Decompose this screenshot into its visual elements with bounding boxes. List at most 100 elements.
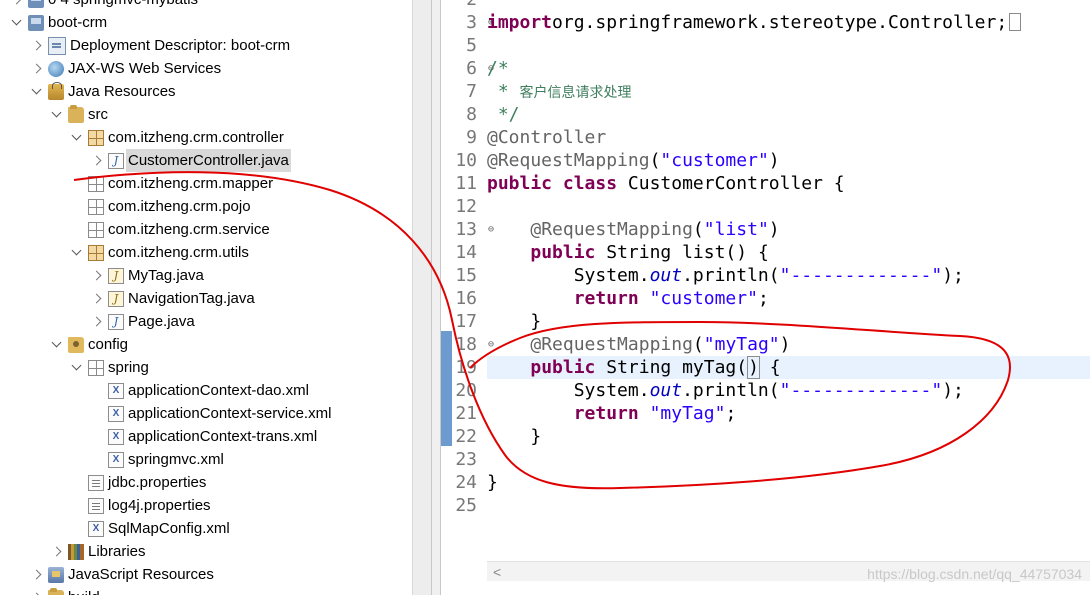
tree-item-label: springmvc.xml xyxy=(128,451,224,468)
scroll-left-icon[interactable]: < xyxy=(493,564,501,580)
tree-item[interactable]: Libraries xyxy=(50,540,146,563)
code-line[interactable]: public String myTag() { xyxy=(487,356,1090,379)
tree-item-label: MyTag.java xyxy=(128,267,204,284)
collapsed-chevron-icon[interactable] xyxy=(50,546,62,558)
xml-file-icon: X xyxy=(88,520,104,537)
tree-item[interactable]: 0 4 springmvc-mybatis xyxy=(10,0,198,11)
code-line[interactable]: } xyxy=(487,310,1090,333)
tree-item[interactable]: J NavigationTag.java xyxy=(90,287,255,310)
code-line[interactable] xyxy=(487,494,1090,517)
empty-package-icon xyxy=(88,221,104,238)
tree-item[interactable]: spring xyxy=(70,356,149,379)
line-number: 18 xyxy=(455,334,477,355)
tree-item[interactable]: J Page.java xyxy=(90,310,195,333)
no-chevron xyxy=(70,500,82,512)
code-line[interactable]: /* xyxy=(487,57,1090,80)
collapsed-chevron-icon[interactable] xyxy=(90,270,102,282)
expanded-chevron-icon[interactable] xyxy=(70,247,82,259)
line-number: 13 xyxy=(455,219,477,240)
tree-item[interactable]: Java Resources xyxy=(30,80,176,103)
collapsed-chevron-icon[interactable] xyxy=(90,316,102,328)
code-line[interactable]: System.out.println("-------------"); xyxy=(487,264,1090,287)
collapsed-chevron-icon[interactable] xyxy=(30,569,42,581)
tree-item[interactable]: J MyTag.java xyxy=(90,264,204,287)
collapsed-imports-icon[interactable] xyxy=(1009,13,1022,31)
java-file-warning-icon: J xyxy=(108,267,124,284)
pane-splitter[interactable] xyxy=(431,0,441,595)
tree-item-label: com.itzheng.crm.controller xyxy=(108,129,284,146)
expanded-chevron-icon[interactable] xyxy=(30,86,42,98)
collapsed-chevron-icon[interactable] xyxy=(30,592,42,595)
code-line[interactable]: System.out.println("-------------"); xyxy=(487,379,1090,402)
token-text: .println( xyxy=(682,265,780,286)
code-line[interactable]: public class CustomerController { xyxy=(487,172,1090,195)
empty-package-icon xyxy=(88,175,104,192)
code-line[interactable]: @Controller xyxy=(487,126,1090,149)
code-line[interactable]: */ xyxy=(487,103,1090,126)
code-line[interactable]: * 客户信息请求处理 xyxy=(487,80,1090,103)
tree-item-label: com.itzheng.crm.service xyxy=(108,221,270,238)
code-line[interactable]: } xyxy=(487,471,1090,494)
tree-item[interactable]: log4j.properties xyxy=(70,494,211,517)
tree-item[interactable]: com.itzheng.crm.controller xyxy=(70,126,284,149)
tree-item[interactable]: Deployment Descriptor: boot-crm xyxy=(30,34,290,57)
matching-bracket: ) xyxy=(747,356,760,379)
code-line[interactable] xyxy=(487,195,1090,218)
tree-item[interactable]: JavaScript Resources xyxy=(30,563,214,586)
tree-item[interactable]: config xyxy=(50,333,128,356)
expanded-chevron-icon[interactable] xyxy=(70,132,82,144)
code-line[interactable] xyxy=(487,34,1090,57)
expanded-chevron-icon[interactable] xyxy=(50,109,62,121)
tree-item[interactable]: X SqlMapConfig.xml xyxy=(70,517,230,540)
token-str: "-------------" xyxy=(779,265,943,286)
code-line[interactable] xyxy=(487,0,1090,11)
code-line[interactable]: return "customer"; xyxy=(487,287,1090,310)
tree-item[interactable]: XapplicationContext-dao.xml xyxy=(90,379,309,402)
no-chevron xyxy=(70,201,82,213)
tree-item[interactable]: com.itzheng.crm.utils xyxy=(70,241,249,264)
tree-item[interactable]: XapplicationContext-trans.xml xyxy=(90,425,317,448)
code-editor[interactable]: 23⊕56⊖78910111213⊖1415161718⊖19202122232… xyxy=(441,0,1090,595)
line-number: 11 xyxy=(455,173,477,194)
expanded-chevron-icon[interactable] xyxy=(50,339,62,351)
code-line[interactable]: } xyxy=(487,425,1090,448)
collapsed-chevron-icon[interactable] xyxy=(30,40,42,52)
token-kw: public xyxy=(530,242,596,263)
tree-item-label: CustomerController.java xyxy=(126,149,291,172)
tree-item[interactable]: com.itzheng.crm.pojo xyxy=(70,195,251,218)
token-text: } xyxy=(487,311,542,332)
expanded-chevron-icon[interactable] xyxy=(10,17,22,29)
tree-item[interactable]: jdbc.properties xyxy=(70,471,206,494)
tree-item[interactable]: com.itzheng.crm.service xyxy=(70,218,270,241)
code-line[interactable]: importorg.springframework.stereotype.Con… xyxy=(487,11,1090,34)
project-icon xyxy=(28,14,44,31)
tree-item[interactable]: boot-crm xyxy=(10,11,107,34)
code-line[interactable]: @RequestMapping("list") xyxy=(487,218,1090,241)
code-line[interactable]: return "myTag"; xyxy=(487,402,1090,425)
expanded-chevron-icon[interactable] xyxy=(70,362,82,374)
code-line[interactable]: @RequestMapping("customer") xyxy=(487,149,1090,172)
tree-item[interactable]: src xyxy=(50,103,108,126)
tree-item[interactable]: JAX-WS Web Services xyxy=(30,57,221,80)
collapsed-chevron-icon[interactable] xyxy=(30,63,42,75)
token-cmt: * xyxy=(487,81,520,102)
code-line[interactable]: public String list() { xyxy=(487,241,1090,264)
tree-item[interactable]: XapplicationContext-service.xml xyxy=(90,402,331,425)
token-text: org.springframework.stereotype.Controlle… xyxy=(552,12,1008,33)
explorer-scrollbar[interactable] xyxy=(412,0,431,595)
token-kw: import xyxy=(487,12,553,33)
tree-item-label: boot-crm xyxy=(48,14,108,31)
web-services-icon xyxy=(48,60,64,77)
tree-item[interactable]: com.itzheng.crm.mapper xyxy=(70,172,273,195)
code-line[interactable]: @RequestMapping("myTag") xyxy=(487,333,1090,356)
tree-item[interactable]: Xspringmvc.xml xyxy=(90,448,224,471)
code-area[interactable]: importorg.springframework.stereotype.Con… xyxy=(487,0,1090,560)
tree-item[interactable]: J CustomerController.java xyxy=(90,149,291,172)
no-chevron xyxy=(70,523,82,535)
collapsed-chevron-icon[interactable] xyxy=(10,0,22,6)
code-line[interactable] xyxy=(487,448,1090,471)
collapsed-chevron-icon[interactable] xyxy=(90,155,102,167)
collapsed-chevron-icon[interactable] xyxy=(90,293,102,305)
tree-item[interactable]: build xyxy=(30,586,100,595)
